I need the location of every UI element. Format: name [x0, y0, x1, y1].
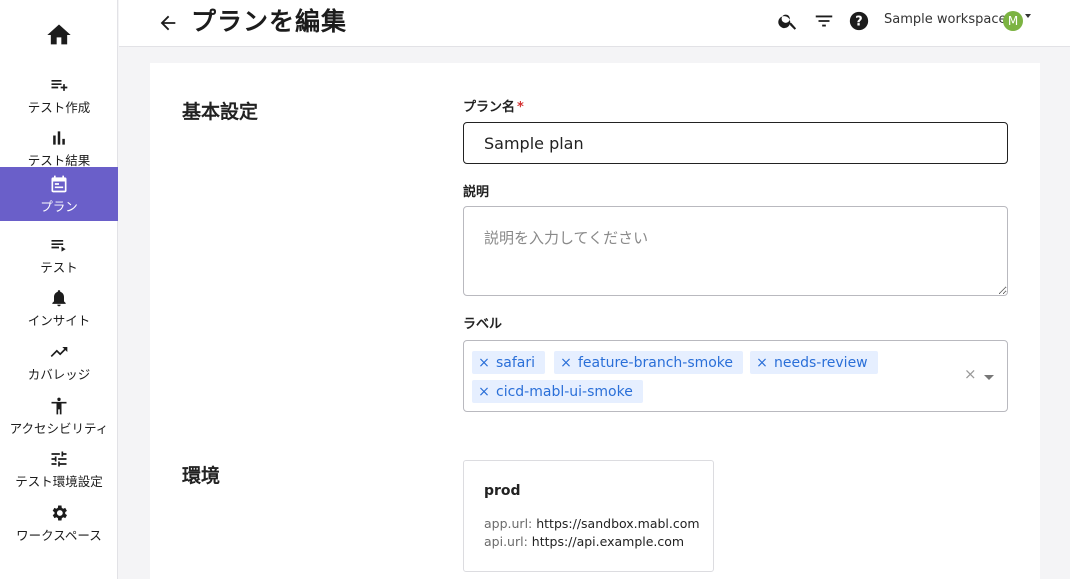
workspace-selector[interactable]: Sample workspace: [884, 12, 1006, 27]
gear-icon: [52, 505, 67, 520]
sidebar-item-tests[interactable]: テスト: [0, 228, 118, 282]
home-icon: [47, 24, 71, 45]
sidebar-item-plans[interactable]: プラン: [0, 167, 118, 221]
trending-up-icon: [50, 346, 68, 357]
help-icon[interactable]: ?: [848, 10, 870, 32]
description-label: 説明: [463, 185, 490, 200]
sidebar-item-label: ワークスペース: [16, 527, 102, 543]
plan-name-input[interactable]: [463, 122, 1008, 164]
labels-multiselect[interactable]: × safari × feature-branch-smoke × needs-…: [463, 340, 1008, 412]
avatar[interactable]: M: [1003, 11, 1023, 31]
sidebar-item-environment-settings[interactable]: テスト環境設定: [0, 442, 118, 496]
sidebar-item-label: テスト作成: [27, 99, 91, 115]
sidebar-item-workspace[interactable]: ワークスペース: [0, 496, 118, 550]
label-chip: × cicd-mabl-ui-smoke: [472, 380, 643, 403]
chip-remove-icon[interactable]: ×: [472, 384, 496, 400]
environment-name: prod: [484, 483, 521, 499]
label-chip: × safari: [472, 351, 546, 374]
description-textarea[interactable]: [463, 206, 1008, 296]
filter-icon[interactable]: [813, 10, 835, 32]
top-header: プランを編集 ? Sample workspace M: [119, 0, 1070, 47]
section-title-environment: 環境: [182, 465, 221, 487]
home-button[interactable]: [0, 18, 118, 52]
label-chip: × feature-branch-smoke: [554, 351, 744, 374]
chip-remove-icon[interactable]: ×: [750, 355, 774, 371]
sidebar: テスト作成 テスト結果 プラン テスト インサイト カバレッジ アクセシビリティ…: [0, 0, 118, 579]
chip-remove-icon[interactable]: ×: [554, 355, 578, 371]
sidebar-item-insights[interactable]: インサイト: [0, 281, 118, 335]
sidebar-item-label: テスト結果: [27, 152, 91, 168]
sidebar-item-label: プラン: [40, 198, 78, 214]
calendar-icon: [51, 175, 67, 192]
tune-icon: [51, 451, 67, 466]
app-url-row: app.url: https://sandbox.mabl.com: [484, 516, 700, 531]
sidebar-item-label: インサイト: [27, 312, 91, 328]
sidebar-item-label: テスト: [40, 259, 78, 275]
playlist-add-icon: [51, 79, 68, 91]
bell-icon: [52, 289, 66, 306]
api-url-key: api.url:: [484, 534, 528, 549]
chip-text: feature-branch-smoke: [578, 354, 734, 371]
playlist-play-icon: [51, 239, 66, 252]
bar-chart-icon: [53, 130, 65, 145]
environment-card[interactable]: prod app.url: https://sandbox.mabl.com a…: [463, 460, 714, 572]
app-url-key: app.url:: [484, 516, 533, 531]
chip-text: cicd-mabl-ui-smoke: [496, 383, 633, 400]
back-arrow-icon[interactable]: [157, 12, 179, 34]
sidebar-item-accessibility[interactable]: アクセシビリティ: [0, 389, 118, 443]
api-url-value: https://api.example.com: [531, 534, 685, 549]
chevron-down-icon[interactable]: [984, 375, 994, 380]
sidebar-item-coverage[interactable]: カバレッジ: [0, 335, 118, 389]
clear-labels-icon[interactable]: ×: [964, 365, 977, 383]
sidebar-item-label: アクセシビリティ: [9, 420, 109, 436]
sidebar-item-label: テスト環境設定: [15, 473, 103, 489]
chip-remove-icon[interactable]: ×: [472, 355, 496, 371]
required-mark: *: [517, 100, 524, 115]
label-chip: × needs-review: [750, 351, 878, 374]
search-icon[interactable]: [777, 10, 799, 32]
sidebar-item-label: カバレッジ: [27, 366, 91, 382]
sidebar-item-create-test[interactable]: テスト作成: [0, 68, 118, 122]
svg-text:?: ?: [855, 15, 862, 30]
edit-plan-card: 基本設定 プラン名* 説明 ラベル × safari × feature-bra…: [150, 63, 1040, 579]
section-title-basic: 基本設定: [182, 101, 259, 123]
plan-name-label: プラン名 *: [463, 96, 524, 115]
chip-text: safari: [496, 354, 536, 371]
labels-label: ラベル: [463, 317, 503, 332]
api-url-row: api.url: https://api.example.com: [484, 534, 684, 549]
chevron-down-icon[interactable]: [1025, 14, 1031, 18]
app-url-value: https://sandbox.mabl.com: [536, 516, 700, 531]
plan-name-label-text: プラン名: [463, 100, 516, 115]
accessibility-icon: [51, 397, 67, 414]
chip-text: needs-review: [774, 354, 868, 371]
page-title: プランを編集: [191, 7, 348, 36]
